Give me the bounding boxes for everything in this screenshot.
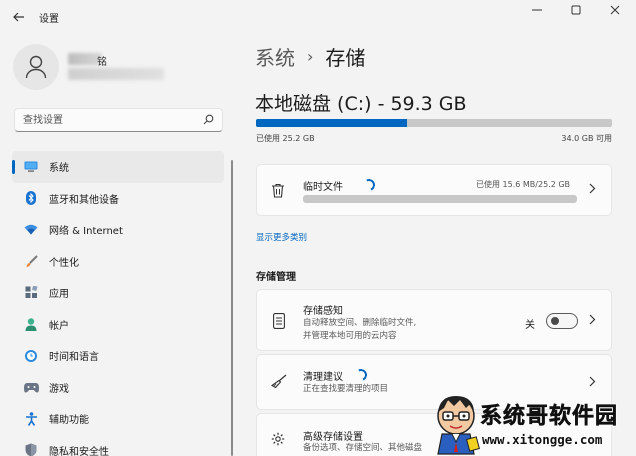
sidebar-item-apps[interactable]: 应用 (12, 277, 224, 309)
chevron-right-icon[interactable] (589, 314, 596, 328)
minimize-button[interactable] (518, 0, 556, 20)
system-icon (23, 159, 39, 175)
watermark-text: 系统哥软件园 (480, 404, 619, 430)
user-profile[interactable]: 铭 (13, 44, 164, 90)
disk-title: 本地磁盘 (C:) - 59.3 GB (255, 93, 467, 115)
temp-files-title: 临时文件 (303, 182, 343, 193)
sidebar-item-label: 帐户 (49, 320, 69, 332)
sidebar-item-accounts[interactable]: 帐户 (12, 309, 224, 341)
app-title: 设置 (39, 14, 59, 25)
sidebar-item-network[interactable]: 网络 & Internet (12, 214, 224, 246)
chevron-right-icon (589, 183, 596, 197)
brush-icon (23, 253, 39, 269)
person-icon (25, 55, 47, 79)
sidebar-scrollbar[interactable] (231, 160, 233, 456)
broom-icon (271, 374, 287, 388)
sidebar-item-label: 时间和语言 (49, 352, 99, 364)
sidebar-item-label: 个性化 (49, 257, 79, 269)
avatar (13, 44, 59, 90)
breadcrumb: 系统 › 存储 (255, 42, 365, 71)
apps-icon (23, 285, 39, 301)
loading-spinner-icon (353, 367, 369, 383)
temp-files-card[interactable]: 临时文件 已使用 15.6 MB/25.2 GB (256, 164, 612, 216)
sidebar-item-label: 网络 & Internet (49, 226, 123, 238)
sidebar-item-label: 辅助功能 (49, 415, 89, 427)
disk-free-text: 34.0 GB 可用 (561, 134, 612, 143)
title-bar: 设置 (0, 0, 636, 34)
sidebar-item-privacy[interactable]: 隐私和安全性 (12, 435, 224, 456)
toggle-state-label: 关 (525, 320, 535, 331)
wifi-icon (23, 222, 39, 238)
section-title: 存储管理 (256, 272, 296, 283)
storage-sense-desc-1: 自动释放空间、删除临时文件, (303, 318, 417, 328)
storage-sense-title: 存储感知 (303, 306, 343, 317)
watermark: 系统哥软件园 www.xitongge.com (430, 392, 636, 456)
cleanup-desc: 正在查找要清理的项目 (303, 384, 389, 394)
storage-drive-icon (273, 313, 285, 329)
maximize-button[interactable] (557, 0, 595, 20)
watermark-url: www.xitongge.com (482, 432, 603, 447)
sidebar-item-label: 蓝牙和其他设备 (49, 194, 119, 206)
disk-usage-fill (256, 119, 408, 127)
disk-used-text: 已使用 25.2 GB (256, 134, 315, 143)
show-more-categories-link[interactable]: 显示更多类别 (256, 231, 307, 243)
back-arrow-icon (13, 12, 24, 22)
sidebar-item-label: 应用 (49, 289, 69, 301)
sidebar-item-personalization[interactable]: 个性化 (12, 246, 224, 278)
sidebar-item-label: 系统 (49, 163, 69, 175)
sidebar-nav: 系统 蓝牙和其他设备 网络 & Internet 个性化 应用 帐户 时间和语言… (12, 151, 224, 456)
accessibility-icon (23, 411, 39, 427)
maximize-icon (571, 5, 581, 15)
bluetooth-icon (23, 190, 39, 206)
chevron-right-icon (589, 376, 596, 390)
sidebar-item-system[interactable]: 系统 (12, 151, 224, 183)
storage-sense-card[interactable]: 存储感知 自动释放空间、删除临时文件, 并管理本地可用的云内容 关 (256, 289, 612, 351)
person-icon (23, 316, 39, 332)
disk-usage-bar (256, 119, 612, 127)
gamepad-icon (23, 379, 39, 395)
user-name: 铭 (97, 57, 107, 68)
minimize-icon (532, 9, 542, 11)
mascot-logo-icon (437, 396, 480, 455)
advanced-storage-title: 高级存储设置 (303, 432, 363, 443)
trash-icon (272, 183, 284, 198)
storage-sense-toggle[interactable] (546, 313, 578, 329)
back-button[interactable] (10, 9, 28, 25)
sidebar-item-bluetooth[interactable]: 蓝牙和其他设备 (12, 183, 224, 215)
search-input[interactable] (15, 109, 195, 131)
temp-files-usage: 已使用 15.6 MB/25.2 GB (476, 180, 571, 189)
sidebar-item-label: 隐私和安全性 (49, 446, 109, 456)
toggle-knob (551, 317, 559, 325)
page-title: 存储 (325, 46, 366, 70)
temp-files-bar (303, 195, 577, 203)
sidebar-item-accessibility[interactable]: 辅助功能 (12, 403, 224, 435)
blurred-email (68, 68, 164, 80)
loading-spinner-icon (361, 177, 377, 193)
globe-clock-icon (23, 348, 39, 364)
cleanup-title: 清理建议 (303, 372, 343, 383)
sidebar-item-time-language[interactable]: 时间和语言 (12, 340, 224, 372)
close-icon (610, 5, 620, 15)
shield-icon (23, 442, 39, 456)
breadcrumb-parent[interactable]: 系统 (255, 42, 295, 71)
advanced-storage-desc: 备份选项、存储空间、其他磁盘 (303, 443, 423, 453)
search-box[interactable] (14, 108, 223, 132)
sidebar-item-gaming[interactable]: 游戏 (12, 372, 224, 404)
storage-sense-desc-2: 并管理本地可用的云内容 (303, 331, 397, 341)
gear-icon (271, 432, 285, 446)
breadcrumb-separator: › (307, 47, 314, 66)
sidebar-item-label: 游戏 (49, 383, 69, 395)
close-button[interactable] (596, 0, 634, 20)
search-icon[interactable] (203, 114, 214, 125)
